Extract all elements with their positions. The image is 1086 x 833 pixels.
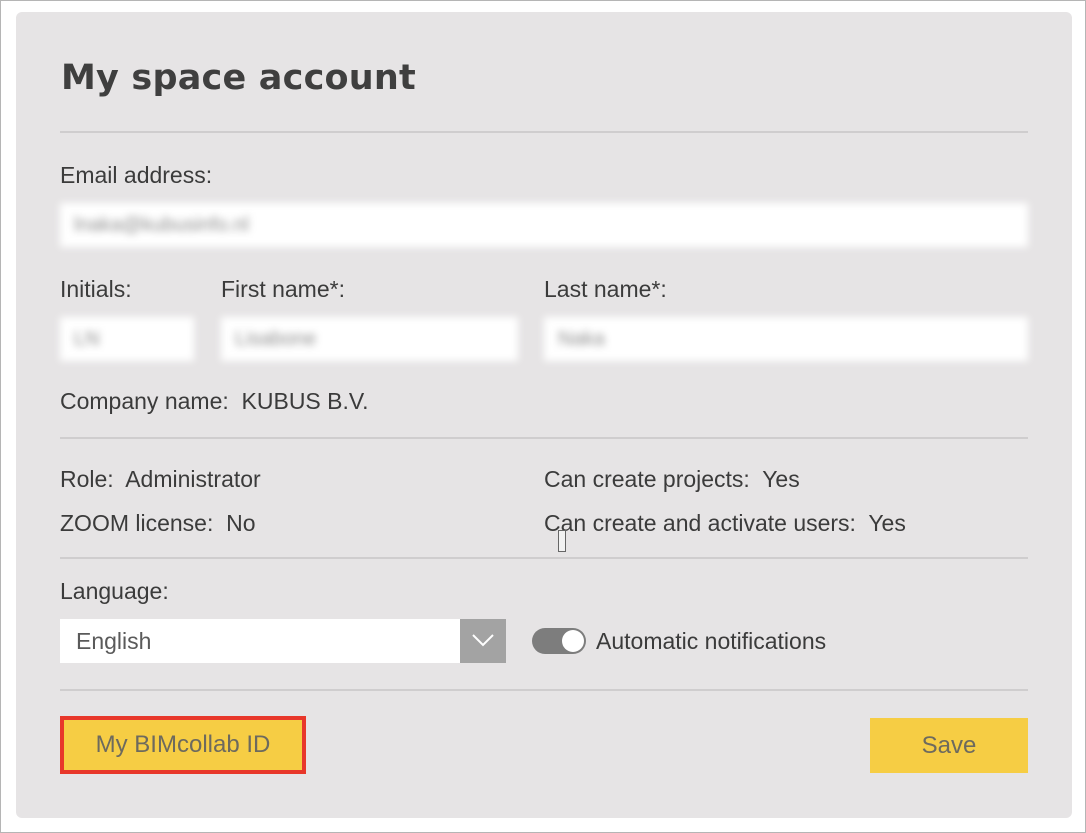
chevron-down-icon	[472, 634, 494, 647]
zoom-license-label: ZOOM license:	[60, 510, 214, 536]
account-panel: My space account Email address: Initials…	[16, 12, 1072, 818]
my-bimcollab-id-button[interactable]: My BIMcollab ID	[60, 716, 306, 774]
create-projects-row: Can create projects: Yes	[544, 466, 800, 493]
language-selected-value: English	[76, 628, 152, 654]
last-name-field[interactable]	[544, 317, 1028, 361]
language-dropdown-button[interactable]	[460, 619, 506, 663]
page-title: My space account	[61, 58, 416, 98]
first-name-field[interactable]	[221, 317, 518, 361]
first-name-label: First name*:	[221, 276, 345, 302]
role-value: Administrator	[125, 466, 261, 492]
role-label: Role:	[60, 466, 114, 492]
company-value: KUBUS B.V.	[241, 388, 369, 414]
email-field[interactable]	[60, 203, 1028, 247]
language-label: Language:	[60, 578, 169, 604]
last-name-label: Last name*:	[544, 276, 667, 302]
zoom-license-row: ZOOM license: No	[60, 510, 256, 537]
create-users-row: Can create and activate users: Yes	[544, 510, 906, 537]
company-row: Company name: KUBUS B.V.	[60, 388, 369, 415]
save-button[interactable]: Save	[870, 718, 1028, 773]
role-row: Role: Administrator	[60, 466, 261, 493]
toggle-knob	[562, 630, 584, 652]
create-projects-label: Can create projects:	[544, 466, 750, 492]
create-users-value: Yes	[868, 510, 906, 536]
divider-bottom	[60, 689, 1028, 691]
initials-label: Initials:	[60, 276, 132, 302]
email-label: Email address:	[60, 162, 213, 188]
language-select[interactable]: English	[60, 619, 506, 663]
notifications-toggle[interactable]	[532, 628, 586, 654]
window-frame: My space account Email address: Initials…	[0, 0, 1086, 833]
create-projects-value: Yes	[762, 466, 800, 492]
create-users-label: Can create and activate users:	[544, 510, 856, 536]
text-cursor-icon	[558, 530, 566, 552]
divider-company	[60, 437, 1028, 439]
initials-field[interactable]	[60, 317, 194, 361]
zoom-license-value: No	[226, 510, 256, 536]
notifications-label: Automatic notifications	[596, 628, 827, 654]
divider-top	[60, 131, 1028, 133]
company-label: Company name:	[60, 388, 229, 414]
divider-permissions	[60, 557, 1028, 559]
